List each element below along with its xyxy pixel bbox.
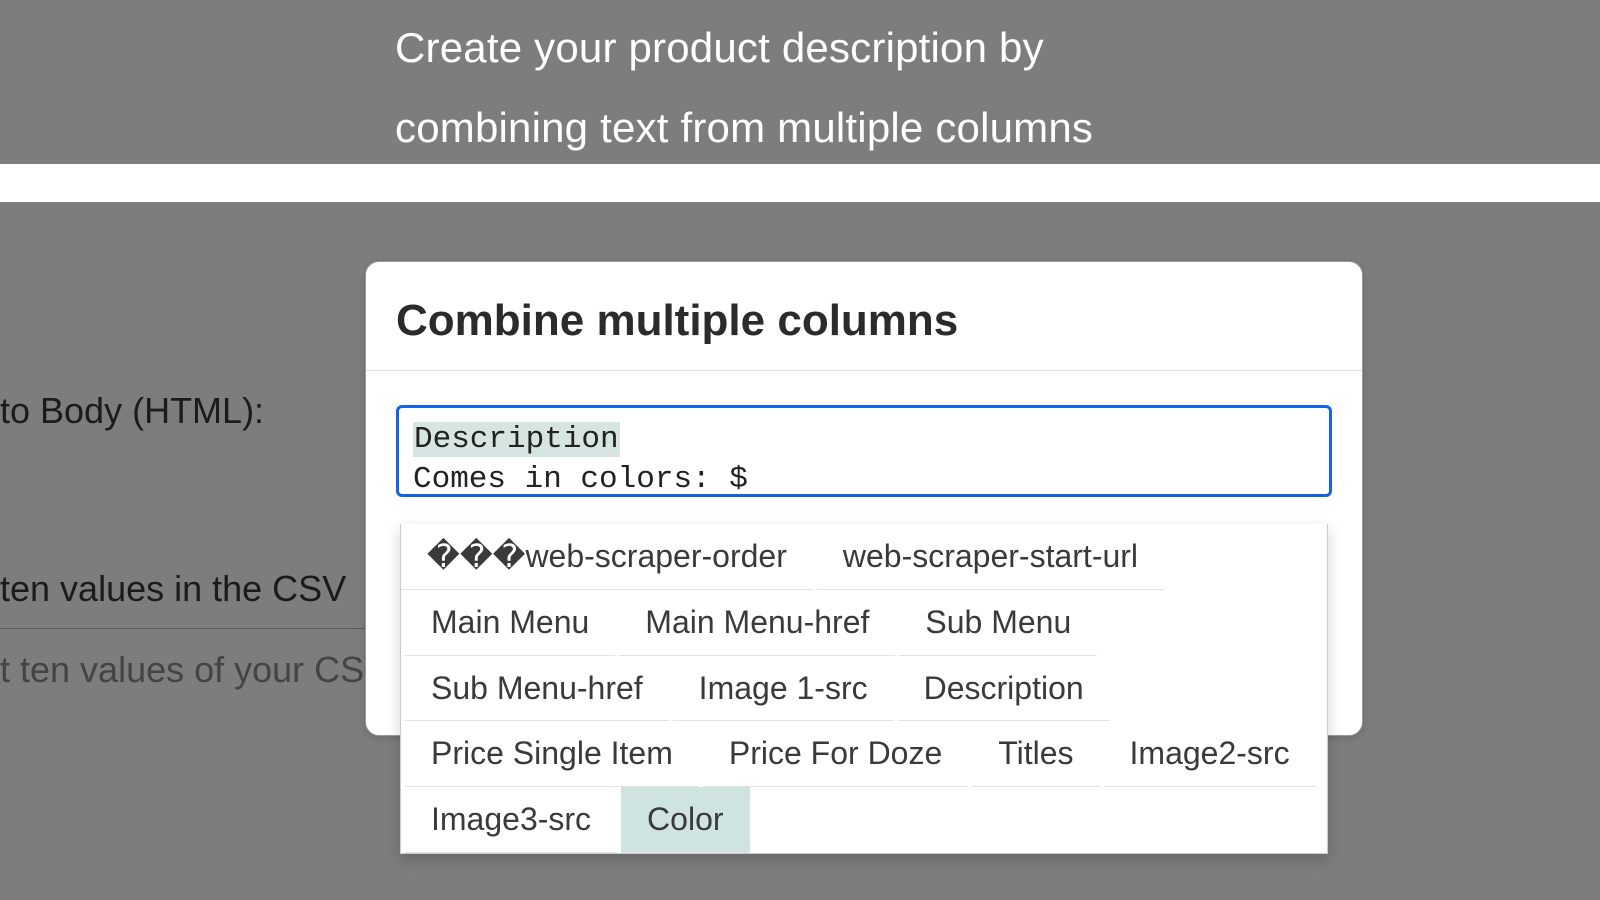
column-option[interactable]: Main Menu-href xyxy=(619,590,895,656)
column-option[interactable]: web-scraper-start-url xyxy=(817,524,1164,590)
column-option[interactable]: Price Single Item xyxy=(405,721,699,787)
slide-heading: Create your product description by combi… xyxy=(395,8,1093,168)
column-option[interactable]: Titles xyxy=(972,721,1099,787)
column-option[interactable]: ���web-scraper-order xyxy=(401,524,813,590)
background-label-body: to Body (HTML): xyxy=(0,390,264,432)
background-separator xyxy=(0,628,365,629)
column-option[interactable]: Description xyxy=(898,656,1110,722)
column-option[interactable]: Main Menu xyxy=(405,590,615,656)
column-option[interactable]: Color xyxy=(621,787,749,853)
column-autocomplete-dropdown: ���web-scraper-orderweb-scraper-start-ur… xyxy=(400,524,1328,854)
textarea-line-2: Comes in colors: $ xyxy=(413,460,1315,497)
column-option[interactable]: Sub Menu-href xyxy=(405,656,669,722)
column-option[interactable]: Image 1-src xyxy=(673,656,894,722)
modal-title: Combine multiple columns xyxy=(366,262,1362,370)
textarea-token-highlight: Description xyxy=(413,422,620,457)
textarea-line-1: Description xyxy=(413,420,1315,460)
column-option[interactable]: Image2-src xyxy=(1104,721,1316,787)
column-option[interactable]: Sub Menu xyxy=(899,590,1097,656)
column-option[interactable]: Image3-src xyxy=(405,787,617,853)
white-strip xyxy=(0,164,1600,202)
column-option[interactable]: Price For Doze xyxy=(703,721,968,787)
slide-heading-line1: Create your product description by xyxy=(395,8,1093,88)
modal-separator xyxy=(366,370,1362,371)
slide-heading-line2: combining text from multiple columns xyxy=(395,88,1093,168)
template-textarea[interactable]: Description Comes in colors: $ xyxy=(396,405,1332,497)
background-text-ten-values-1: ten values in the CSV xyxy=(0,568,346,610)
background-text-ten-values-2: t ten values of your CSV w xyxy=(0,649,424,691)
